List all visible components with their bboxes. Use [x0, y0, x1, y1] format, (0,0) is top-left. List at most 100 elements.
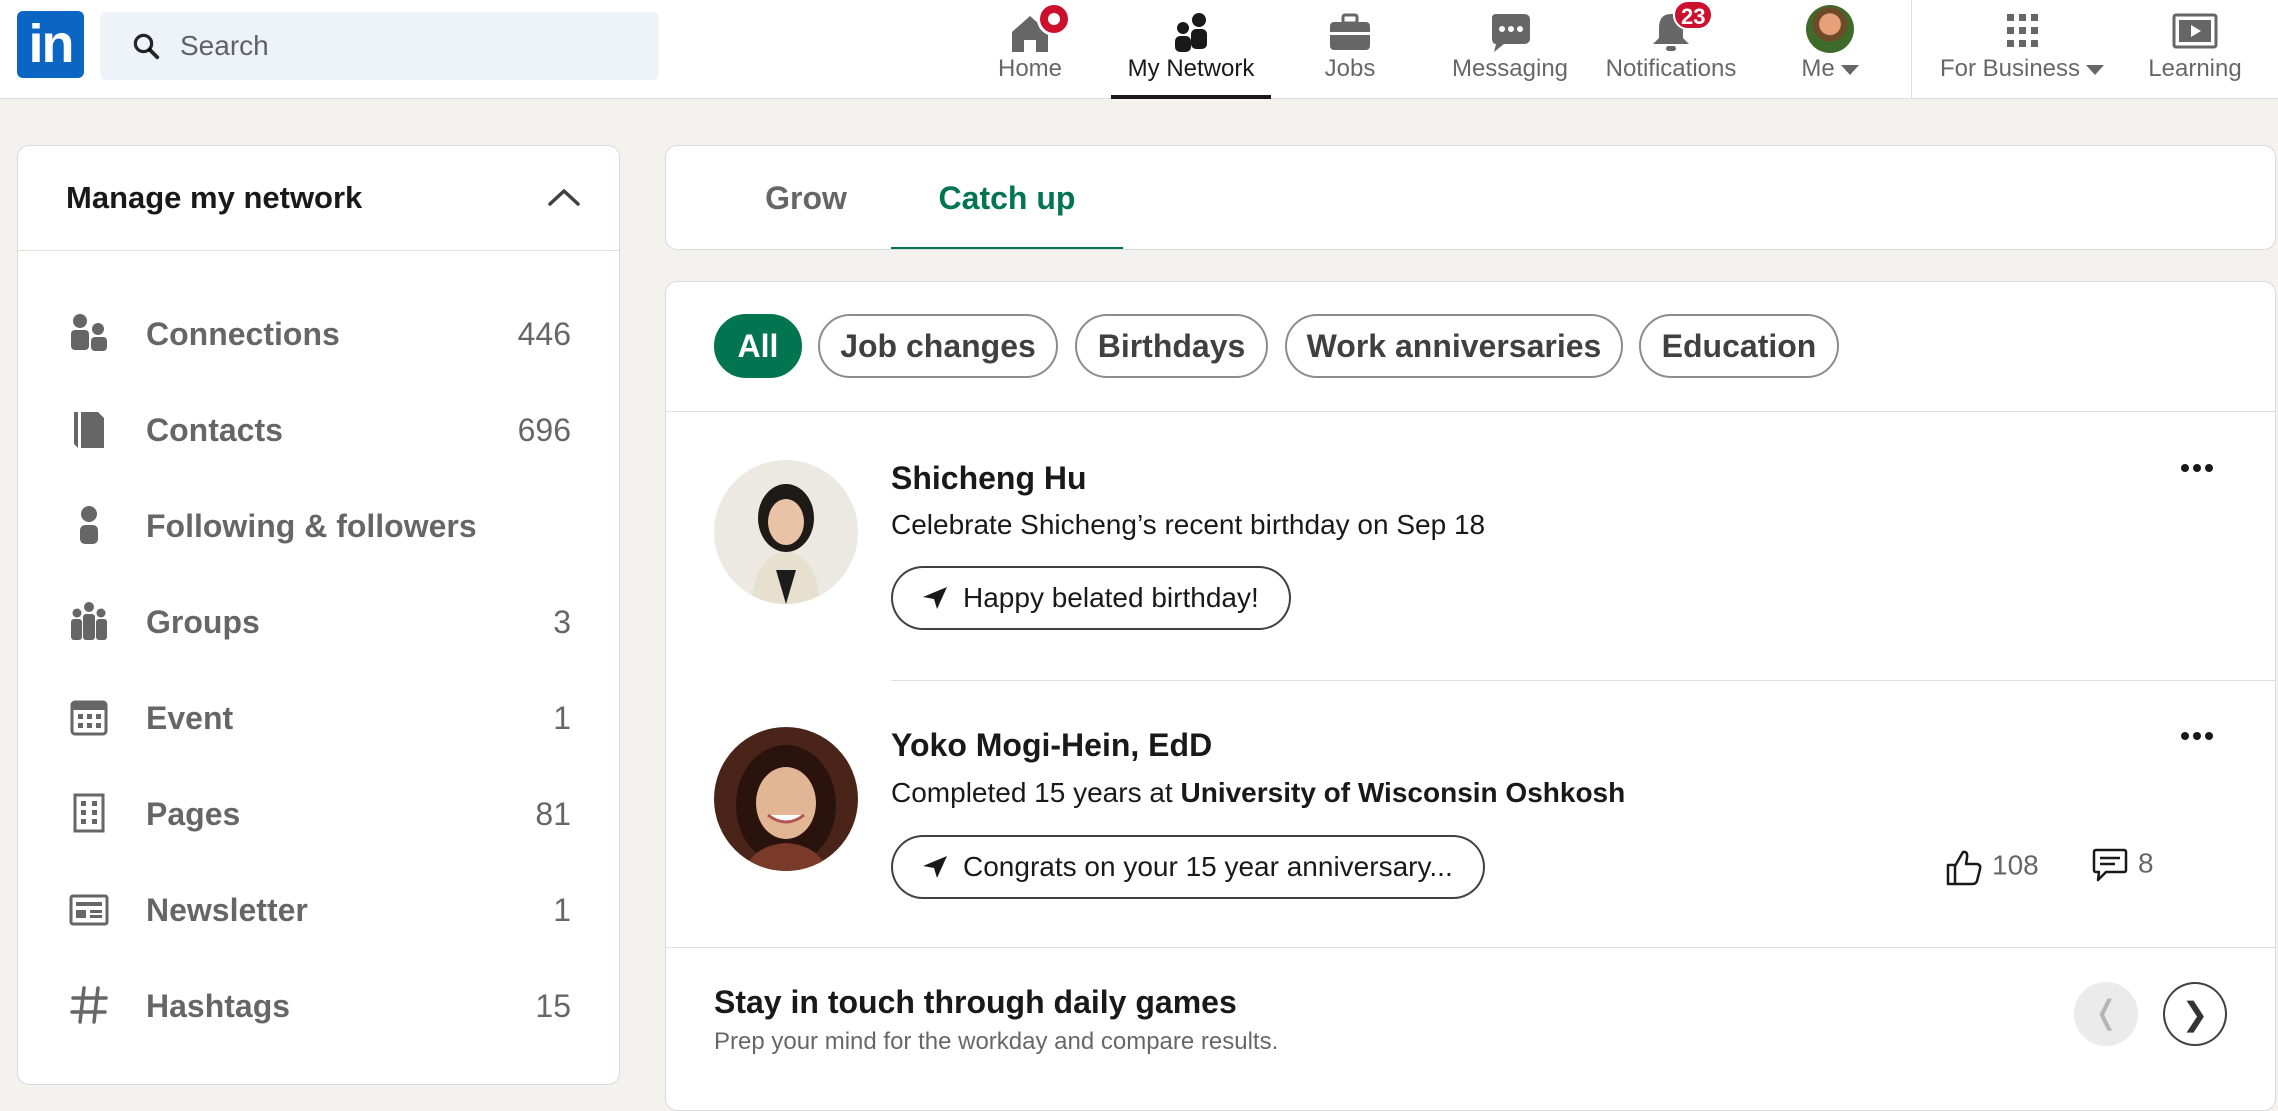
sidebar-item-label: Event: [146, 700, 234, 736]
nav-home[interactable]: Home: [980, 0, 1080, 99]
nav-me[interactable]: Me: [1780, 0, 1880, 99]
manage-network-header[interactable]: Manage my network: [18, 146, 619, 251]
nav-divider: [1911, 0, 1912, 98]
filter-job-changes[interactable]: Job changes: [818, 314, 1058, 378]
sidebar-item-label: Connections: [146, 316, 340, 352]
search-placeholder: Search: [180, 30, 269, 61]
filter-education[interactable]: Education: [1639, 314, 1839, 378]
sidebar-item-label: Newsletter: [146, 892, 308, 928]
more-options-icon[interactable]: [2179, 462, 2215, 474]
sidebar-item-count: 81: [535, 796, 571, 832]
person-name[interactable]: Yoko Mogi-Hein, EdD: [891, 727, 1212, 764]
list-item: Yoko Mogi-Hein, EdD Completed 15 years a…: [666, 682, 2275, 947]
nav-my-network[interactable]: My Network: [1111, 0, 1271, 99]
search-icon: [133, 33, 160, 60]
top-navigation: in Search Home My Network Jobs Messaging…: [0, 0, 2278, 99]
sidebar-item-label: Contacts: [146, 412, 283, 448]
people-icon: [71, 314, 107, 351]
grid-apps-icon: [2007, 14, 2038, 47]
filter-birthdays[interactable]: Birthdays: [1075, 314, 1268, 378]
list-item: Shicheng Hu Celebrate Shicheng’s recent …: [666, 412, 2275, 682]
comments-count[interactable]: 8: [2090, 847, 2154, 883]
nav-jobs-label: Jobs: [1324, 55, 1376, 82]
sidebar-item-newsletter[interactable]: Newsletter 1: [18, 862, 619, 958]
carousel-prev-button[interactable]: ❬: [2074, 982, 2138, 1046]
send-message-label: Happy belated birthday!: [963, 582, 1259, 613]
sidebar-item-label: Following & followers: [146, 508, 477, 544]
games-subtitle: Prep your mind for the workday and compa…: [714, 1028, 1279, 1055]
sidebar-item-following-followers[interactable]: Following & followers: [18, 478, 619, 574]
contact-book-icon: [74, 412, 104, 448]
sidebar-item-count: 1: [553, 892, 571, 928]
sidebar-item-connections[interactable]: Connections 446: [18, 286, 619, 382]
thumbs-up-icon: [1946, 850, 1982, 886]
event-description: Completed 15 years at University of Wisc…: [891, 777, 1626, 808]
chevron-down-icon: [2086, 64, 2105, 75]
home-notification-dot: [1037, 2, 1071, 36]
person-name[interactable]: Shicheng Hu: [891, 460, 1087, 497]
likes-count[interactable]: 108: [1944, 847, 2039, 887]
more-options-icon[interactable]: [2179, 730, 2215, 742]
newsletter-icon: [69, 894, 109, 926]
people-icon: [1175, 13, 1207, 52]
linkedin-logo[interactable]: in: [17, 11, 84, 78]
sidebar-item-count: 1: [553, 700, 571, 736]
organization-name: University of Wisconsin Oshkosh: [1180, 777, 1626, 808]
learning-video-icon: [2172, 13, 2218, 49]
sidebar-item-label: Groups: [146, 604, 260, 640]
chevron-down-icon: [1840, 64, 1859, 75]
profile-avatar: [1806, 5, 1854, 53]
briefcase-icon: [1330, 13, 1370, 50]
sidebar-item-pages[interactable]: Pages 81: [18, 766, 619, 862]
sidebar-item-event[interactable]: Event 1: [18, 670, 619, 766]
group-icon: [71, 602, 107, 640]
sidebar-item-count: 3: [553, 604, 571, 640]
nav-learning-label: Learning: [2148, 55, 2242, 82]
send-message-button[interactable]: Congrats on your 15 year anniversary...: [891, 835, 1485, 899]
nav-messaging[interactable]: Messaging: [1440, 0, 1580, 99]
chevron-up-icon[interactable]: [547, 186, 581, 208]
sidebar-item-contacts[interactable]: Contacts 696: [18, 382, 619, 478]
active-underline: [1111, 95, 1271, 99]
tab-grow[interactable]: Grow: [736, 146, 876, 249]
nav-network-label: My Network: [1127, 55, 1255, 82]
nav-business-label: For Business: [1930, 55, 2114, 83]
profile-photo: [714, 727, 858, 871]
nav-jobs[interactable]: Jobs: [1300, 0, 1400, 99]
manage-network-title: Manage my network: [66, 180, 363, 215]
hashtag-icon: [70, 986, 108, 1024]
nav-learning[interactable]: Learning: [2140, 0, 2250, 99]
nav-notifications-label: Notifications: [1605, 55, 1737, 82]
chat-bubble-icon: [1492, 14, 1530, 52]
sidebar-item-label: Pages: [146, 796, 241, 832]
filter-work-anniversaries[interactable]: Work anniversaries: [1285, 314, 1623, 378]
send-message-label: Congrats on your 15 year anniversary...: [963, 851, 1453, 882]
filter-all[interactable]: All: [714, 314, 802, 378]
search-input[interactable]: Search: [100, 12, 659, 80]
row-divider: [891, 680, 2275, 681]
send-icon: [923, 587, 947, 609]
sidebar-item-count: 15: [535, 988, 571, 1024]
calendar-icon: [70, 700, 108, 736]
sidebar-item-label: Hashtags: [146, 988, 291, 1024]
sidebar-item-hashtags[interactable]: Hashtags 15: [18, 958, 619, 1054]
tab-grow-label: Grow: [765, 180, 847, 216]
daily-games-section: Stay in touch through daily games Prep y…: [666, 947, 2275, 1110]
tab-catch-up[interactable]: Catch up: [891, 146, 1123, 249]
avatar[interactable]: [714, 460, 858, 604]
manage-network-card: Manage my network Connections 446 Contac…: [17, 145, 620, 1085]
tab-active-underline: [891, 247, 1123, 249]
nav-for-business[interactable]: For Business: [1930, 0, 2114, 99]
send-message-button[interactable]: Happy belated birthday!: [891, 566, 1291, 630]
sidebar-item-groups[interactable]: Groups 3: [18, 574, 619, 670]
nav-notifications[interactable]: 23 Notifications: [1595, 0, 1747, 99]
comment-icon: [2092, 848, 2128, 882]
tab-catch-up-label: Catch up: [938, 180, 1076, 216]
person-icon: [80, 506, 98, 544]
games-title: Stay in touch through daily games: [714, 984, 1237, 1020]
tabs-card: Grow Catch up: [665, 145, 2276, 250]
notifications-count-badge: 23: [1673, 0, 1714, 30]
filter-pills: All Job changes Birthdays Work anniversa…: [666, 282, 2275, 412]
avatar[interactable]: [714, 727, 858, 871]
carousel-next-button[interactable]: ❯: [2163, 982, 2227, 1046]
